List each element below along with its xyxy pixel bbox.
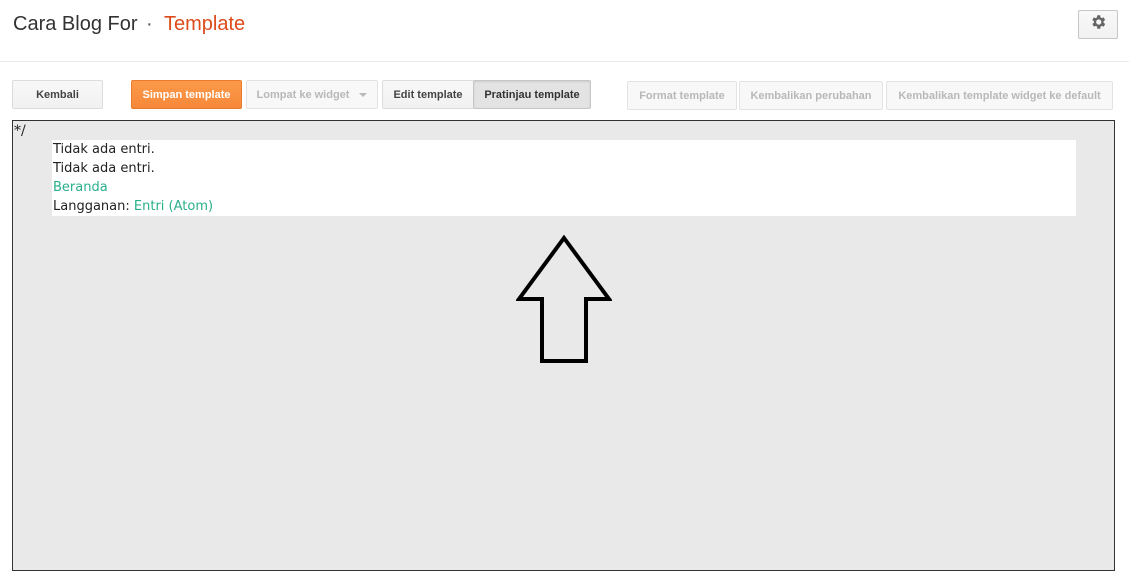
subscribe-label: Langganan:: [53, 199, 130, 214]
title-separator: ·: [146, 13, 153, 35]
preview-content: Tidak ada entri. Tidak ada entri. Berand…: [52, 140, 1076, 216]
jump-to-widget-label: Lompat ke widget: [256, 88, 350, 101]
comment-end-text: */: [14, 123, 26, 139]
subscribe-atom-link[interactable]: Entri (Atom): [134, 199, 213, 214]
revert-widget-default-button[interactable]: Kembalikan template widget ke default: [886, 81, 1113, 110]
home-link[interactable]: Beranda: [53, 178, 108, 197]
edit-template-button[interactable]: Edit template: [382, 80, 474, 109]
jump-to-widget-dropdown[interactable]: Lompat ke widget: [246, 80, 378, 109]
no-entries-text: Tidak ada entri.: [53, 142, 155, 157]
format-template-button[interactable]: Format template: [627, 81, 737, 110]
preview-template-button[interactable]: Pratinjau template: [473, 80, 591, 109]
chevron-down-icon: [359, 92, 368, 97]
settings-button[interactable]: [1078, 10, 1118, 39]
back-button[interactable]: Kembali: [12, 80, 103, 109]
revert-changes-button[interactable]: Kembalikan perubahan: [739, 81, 883, 110]
up-arrow-icon: [516, 235, 612, 363]
save-template-button[interactable]: Simpan template: [131, 80, 242, 109]
app-header: Cara Blog For · Template: [0, 0, 1129, 62]
blog-name[interactable]: Cara Blog For: [13, 13, 138, 36]
template-preview-pane: */ Tidak ada entri. Tidak ada entri. Ber…: [12, 120, 1115, 571]
page-title: Template: [164, 13, 246, 35]
gear-icon: [1089, 13, 1107, 36]
no-entries-text-2: Tidak ada entri.: [53, 161, 155, 176]
subscribe-line: Langganan: Entri (Atom): [53, 197, 213, 216]
